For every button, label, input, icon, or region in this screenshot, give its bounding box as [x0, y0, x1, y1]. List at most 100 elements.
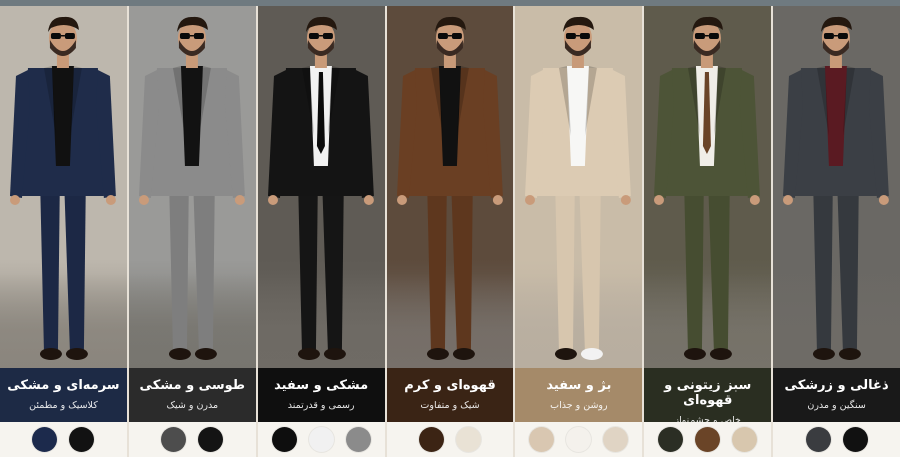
sunglasses-bridge	[447, 35, 452, 37]
left-hand	[9, 195, 20, 205]
sunglasses-left-lens	[179, 33, 190, 39]
sunglasses-bridge	[318, 35, 323, 37]
outfit-photo	[644, 6, 772, 368]
right-leg	[579, 176, 602, 351]
combination-subtitle: سنگین و مدرن	[807, 400, 866, 411]
right-leg	[708, 176, 731, 351]
right-shoe	[452, 348, 475, 360]
left-leg	[168, 176, 189, 351]
combination-title: سبز زیتونی و قهوه‌ای	[664, 378, 752, 408]
outfit-photo	[0, 6, 127, 368]
sunglasses-left-lens	[824, 33, 835, 39]
left-hand	[783, 195, 794, 205]
color-swatch	[658, 427, 684, 452]
sunglasses-bridge	[189, 35, 194, 37]
right-leg	[321, 176, 344, 351]
color-swatches	[644, 422, 772, 457]
man-in-suit-illustration	[654, 16, 761, 360]
right-shoe	[839, 348, 862, 360]
sunglasses-right-lens	[322, 33, 333, 39]
sunglasses-right-lens	[838, 33, 849, 39]
outfit-photo	[515, 6, 643, 368]
sunglasses-right-lens	[193, 33, 204, 39]
left-shoe	[813, 348, 836, 360]
left-leg	[555, 176, 576, 351]
left-leg	[813, 176, 834, 351]
right-leg	[63, 176, 86, 351]
left-hand	[654, 195, 665, 205]
man-in-suit-illustration	[525, 16, 632, 360]
sunglasses-bridge	[60, 35, 65, 37]
outfit-panel: بژ و سفید روشن و جذاب	[515, 6, 643, 457]
man-in-suit-illustration	[396, 16, 503, 360]
man-in-suit-illustration	[783, 16, 890, 360]
right-hand	[105, 195, 116, 205]
color-swatch	[161, 427, 187, 452]
combination-title: سرمه‌ای و مشکی	[7, 378, 120, 393]
right-leg	[192, 176, 215, 351]
left-leg	[684, 176, 705, 351]
outfit-photo	[257, 6, 385, 368]
man-in-suit-illustration	[138, 16, 245, 360]
combination-title: بژ و سفید	[546, 378, 612, 393]
left-hand	[138, 195, 149, 205]
sunglasses-left-lens	[566, 33, 577, 39]
right-hand	[621, 195, 632, 205]
color-swatches	[0, 422, 127, 457]
color-swatches	[128, 422, 256, 457]
color-swatches	[773, 422, 900, 457]
combination-subtitle: کلاسیک و مطمئن	[29, 400, 98, 411]
combination-caption: سبز زیتونی و قهوه‌ای خاص و چشم‌نواز	[644, 368, 772, 426]
color-swatch	[32, 427, 58, 452]
sunglasses-left-lens	[437, 33, 448, 39]
outfit-panel: قهوه‌ای و کرم شیک و متفاوت	[386, 6, 514, 457]
sunglasses-bridge	[576, 35, 581, 37]
combination-title: قهوه‌ای و کرم	[404, 378, 496, 393]
color-swatch	[805, 427, 831, 452]
outfit-photo	[128, 6, 256, 368]
combination-caption: بژ و سفید روشن و جذاب	[515, 368, 643, 422]
sunglasses-right-lens	[64, 33, 75, 39]
color-swatches	[386, 422, 514, 457]
right-shoe	[65, 348, 88, 360]
sunglasses-left-lens	[308, 33, 319, 39]
combination-caption: مشکی و سفید رسمی و قدرتمند	[257, 368, 385, 422]
sunglasses-right-lens	[580, 33, 591, 39]
color-swatch	[345, 427, 371, 452]
color-swatch	[456, 427, 481, 452]
combination-caption: قهوه‌ای و کرم شیک و متفاوت	[386, 368, 514, 422]
outfit-panel: ذغالی و زرشکی سنگین و مدرن	[773, 6, 900, 457]
right-shoe	[323, 348, 346, 360]
left-leg	[39, 176, 60, 351]
left-hand	[525, 195, 536, 205]
combination-title: طوسی و مشکی	[139, 378, 246, 393]
sunglasses-right-lens	[451, 33, 462, 39]
combination-subtitle: شیک و متفاوت	[420, 400, 480, 411]
left-shoe	[555, 348, 578, 360]
combination-caption: طوسی و مشکی مدرن و شیک	[128, 368, 256, 422]
left-hand	[267, 195, 278, 205]
right-shoe	[710, 348, 733, 360]
color-swatch	[732, 427, 758, 452]
sunglasses-left-lens	[50, 33, 61, 39]
left-shoe	[168, 348, 191, 360]
color-swatch	[695, 427, 721, 452]
sunglasses-bridge	[834, 35, 839, 37]
left-shoe	[684, 348, 707, 360]
right-hand	[879, 195, 890, 205]
right-leg	[450, 176, 473, 351]
sunglasses-left-lens	[695, 33, 706, 39]
outfit-panel: مشکی و سفید رسمی و قدرتمند	[257, 6, 385, 457]
left-shoe	[426, 348, 449, 360]
combination-caption: سرمه‌ای و مشکی کلاسیک و مطمئن	[0, 368, 127, 422]
left-hand	[396, 195, 407, 205]
right-hand	[750, 195, 761, 205]
right-hand	[363, 195, 374, 205]
left-leg	[297, 176, 318, 351]
left-leg	[426, 176, 447, 351]
color-swatch	[566, 427, 592, 452]
outfit-photo	[773, 6, 900, 368]
man-in-suit-illustration	[9, 16, 116, 360]
color-swatch	[529, 427, 555, 452]
outfit-photo	[386, 6, 514, 368]
